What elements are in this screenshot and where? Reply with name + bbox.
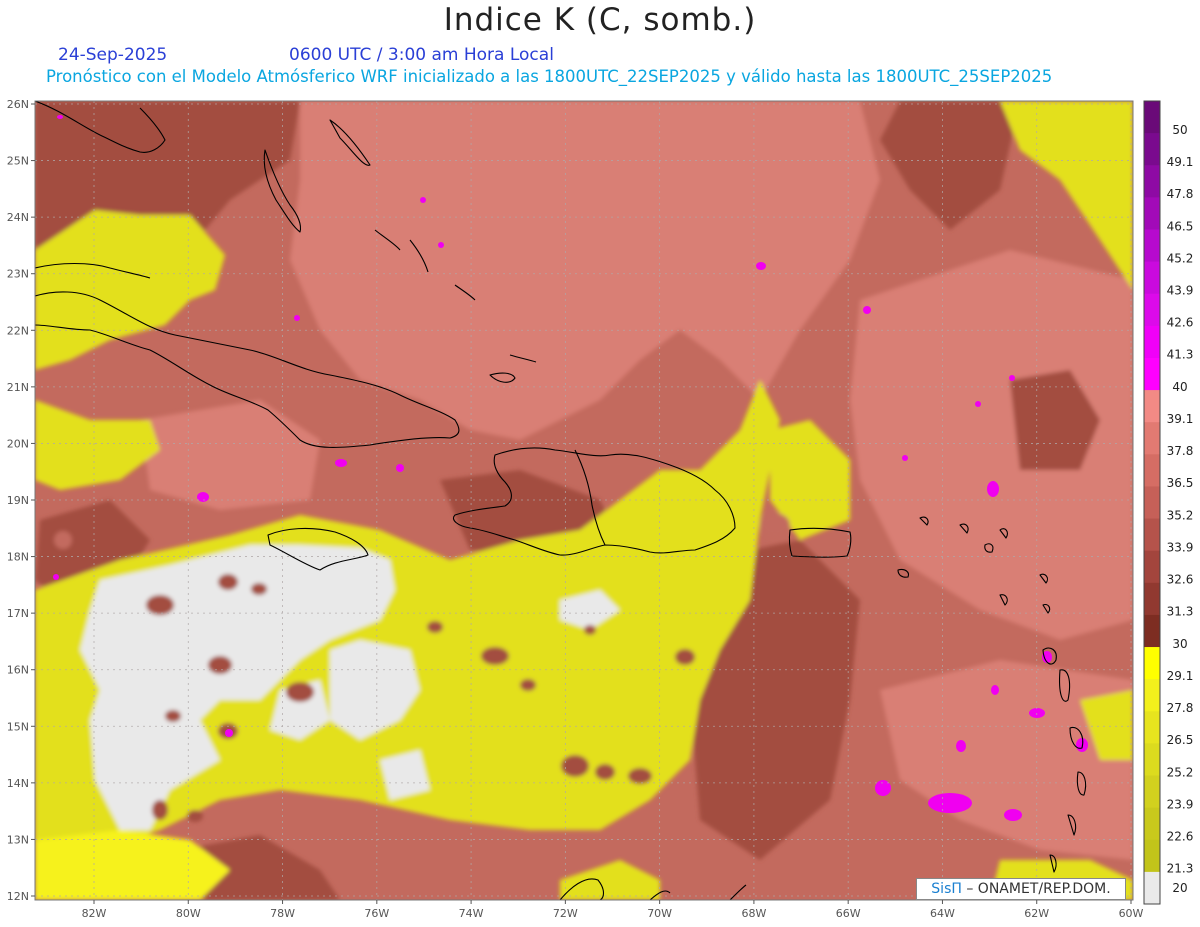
colorbar-label: 20 [1172, 881, 1187, 895]
colorbar-segment [1144, 325, 1160, 359]
colorbar-segment [1144, 101, 1160, 134]
lon-label: 68W [741, 907, 766, 920]
colorbar-segment [1144, 647, 1160, 680]
credit-badge: SisΠ – ONAMET/REP.DOM. [916, 878, 1126, 900]
lat-label: 25N [7, 155, 29, 168]
lon-label: 80W [176, 907, 201, 920]
colorbar-segment [1144, 357, 1160, 391]
colorbar-segment [1144, 871, 1160, 905]
lon-label: 74W [459, 907, 484, 920]
colorbar-segment [1144, 486, 1160, 520]
colorbar-segment [1144, 261, 1160, 295]
lat-label: 22N [7, 324, 29, 337]
lon-label: 62W [1024, 907, 1049, 920]
lat-label: 15N [7, 720, 29, 733]
sispi-logo: SisΠ [931, 881, 962, 897]
field-layer [35, 101, 1133, 900]
colorbar-label: 43.9 [1167, 284, 1194, 298]
colorbar-segment [1144, 614, 1160, 648]
colorbar-label: 29.1 [1167, 669, 1194, 683]
lat-label: 21N [7, 381, 29, 394]
colorbar-label: 46.5 [1167, 219, 1194, 233]
colorbar-label: 39.1 [1167, 412, 1194, 426]
colorbar-segment [1144, 775, 1160, 809]
colorbar-segment [1144, 807, 1160, 841]
latitude-axis: 26N 25N 24N 23N 22N 21N 20N 19N 18N 17N 16N 15N 14N 1… [7, 98, 35, 903]
lon-label: 72W [553, 907, 578, 920]
credit-text: – ONAMET/REP.DOM. [961, 881, 1111, 897]
colorbar-label: 47.8 [1167, 187, 1194, 201]
colorbar-label: 36.5 [1167, 476, 1194, 490]
lat-label: 13N [7, 833, 29, 846]
colorbar-label: 32.6 [1167, 573, 1194, 587]
lon-label: 60W [1119, 907, 1144, 920]
lon-label: 78W [270, 907, 295, 920]
colorbar-label: 31.3 [1167, 605, 1194, 619]
lat-label: 26N [7, 98, 29, 111]
colorbar-label: 35.2 [1167, 508, 1194, 522]
lat-label: 23N [7, 268, 29, 281]
lat-label: 17N [7, 607, 29, 620]
lon-label: 76W [364, 907, 389, 920]
colorbar-segment [1144, 582, 1160, 616]
colorbar-segment [1144, 550, 1160, 584]
colorbar-segment [1144, 422, 1160, 455]
colorbar-label: 37.8 [1167, 444, 1194, 458]
lon-label: 64W [930, 907, 955, 920]
colorbar-label: 25.2 [1167, 765, 1194, 779]
colorbar-label: 45.2 [1167, 251, 1194, 265]
longitude-axis: 82W 80W 78W 76W 74W 72W 70W 68W 66W 64W 62W 60W [82, 900, 1144, 920]
colorbar-label: 33.9 [1167, 540, 1194, 554]
colorbar-label: 42.6 [1167, 316, 1194, 330]
colorbar-label: 41.3 [1167, 348, 1194, 362]
lon-label: 82W [82, 907, 107, 920]
colorbar-segment [1144, 454, 1160, 487]
colorbar-label: 23.9 [1167, 797, 1194, 811]
colorbar-label: 40 [1172, 380, 1187, 394]
lat-label: 18N [7, 551, 29, 564]
colorbar-segment [1144, 293, 1160, 327]
lat-label: 19N [7, 494, 29, 507]
colorbar: 50 49.1 47.8 46.5 45.2 43.9 42.6 41.3 40 39.1 37.8… [1143, 100, 1194, 905]
lat-label: 24N [7, 211, 29, 224]
colorbar-segment [1144, 839, 1160, 873]
colorbar-label: 26.5 [1167, 733, 1194, 747]
lat-label: 20N [7, 437, 29, 450]
colorbar-segment [1144, 518, 1160, 552]
colorbar-label: 22.6 [1167, 830, 1194, 844]
colorbar-segment [1144, 711, 1160, 744]
lon-label: 66W [836, 907, 861, 920]
colorbar-segment [1144, 197, 1160, 230]
colorbar-segment [1144, 133, 1160, 166]
colorbar-label: 49.1 [1167, 155, 1194, 169]
colorbar-segment [1144, 165, 1160, 198]
lat-label: 14N [7, 777, 29, 790]
colorbar-segment [1144, 390, 1160, 423]
colorbar-label: 27.8 [1167, 701, 1194, 715]
colorbar-segment [1144, 229, 1160, 263]
colorbar-segment [1144, 679, 1160, 712]
colorbar-segment [1144, 743, 1160, 777]
lat-label: 16N [7, 664, 29, 677]
colorbar-label: 21.3 [1167, 862, 1194, 876]
lat-label: 12N [7, 890, 29, 903]
colorbar-label: 30 [1172, 637, 1187, 651]
colorbar-label: 50 [1172, 123, 1187, 137]
lon-label: 70W [647, 907, 672, 920]
k-index-map: 26N 25N 24N 23N 22N 21N 20N 19N 18N 17N 16N 15N 14N 1… [7, 98, 1194, 920]
